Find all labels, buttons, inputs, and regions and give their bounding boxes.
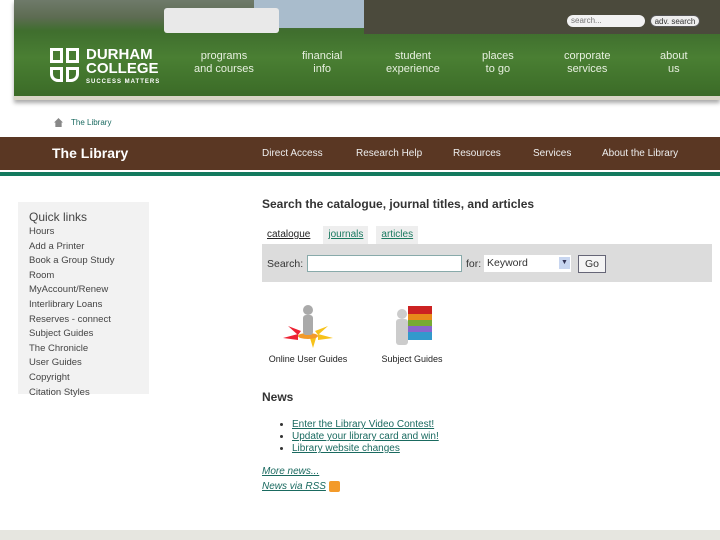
subject-guides-icon bbox=[396, 306, 432, 345]
libnav-direct-access[interactable]: Direct Access bbox=[262, 148, 323, 159]
user-guides-icon bbox=[283, 305, 333, 348]
quicklink[interactable]: Book a Group Study Room bbox=[29, 254, 138, 283]
news-item: Update your library card and win! bbox=[292, 431, 439, 443]
quicklink[interactable]: MyAccount/Renew bbox=[29, 283, 138, 298]
go-button[interactable]: Go bbox=[578, 255, 606, 273]
quicklink[interactable]: Subject Guides bbox=[29, 327, 138, 342]
news-link[interactable]: Enter the Library Video Contest! bbox=[292, 419, 434, 430]
news-link[interactable]: Update your library card and win! bbox=[292, 431, 439, 442]
quicklinks-title: Quick links bbox=[29, 210, 88, 224]
search-box: Search: for: Keyword ▼ Go bbox=[262, 244, 712, 282]
libnav-resources[interactable]: Resources bbox=[453, 148, 501, 159]
tab-catalogue[interactable]: catalogue bbox=[262, 226, 316, 244]
logo-line2: COLLEGE bbox=[86, 60, 159, 77]
guide-label[interactable]: Subject Guides bbox=[380, 354, 444, 364]
quicklink[interactable]: Copyright bbox=[29, 371, 138, 386]
quicklink[interactable]: User Guides bbox=[29, 356, 138, 371]
footer bbox=[0, 530, 720, 540]
library-title[interactable]: The Library bbox=[52, 145, 128, 161]
nav-about[interactable]: about us bbox=[660, 50, 688, 76]
home-icon[interactable] bbox=[54, 118, 63, 127]
breadcrumb-current[interactable]: The Library bbox=[71, 118, 111, 127]
search-label: Search: bbox=[267, 258, 304, 270]
news-link[interactable]: Library website changes bbox=[292, 443, 400, 454]
nav-programs[interactable]: programs and courses bbox=[194, 50, 254, 76]
quicklink[interactable]: Reserves - connect bbox=[29, 313, 138, 328]
search-input[interactable] bbox=[307, 255, 462, 272]
news-item: Library website changes bbox=[292, 443, 439, 455]
banner-bus bbox=[164, 8, 279, 33]
logo-tagline: SUCCESS MATTERS bbox=[86, 79, 161, 85]
quicklink[interactable]: Add a Printer bbox=[29, 240, 138, 255]
adv-search-button[interactable]: adv. search bbox=[650, 15, 700, 27]
guide-label[interactable]: Online User Guides bbox=[268, 354, 348, 364]
header-search-input[interactable] bbox=[567, 15, 645, 27]
durham-college-logo[interactable]: DURHAM COLLEGE SUCCESS MATTERS bbox=[50, 47, 161, 85]
quicklink[interactable]: The Chronicle bbox=[29, 342, 138, 357]
online-user-guides[interactable]: Online User Guides bbox=[268, 300, 348, 364]
quicklinks-panel: Quick links Hours Add a Printer Book a G… bbox=[18, 202, 149, 398]
quicklink[interactable]: Hours bbox=[29, 225, 138, 240]
logo-icon bbox=[50, 48, 80, 82]
news-heading: News bbox=[262, 390, 294, 404]
news-item: Enter the Library Video Contest! bbox=[292, 419, 439, 431]
nav-places[interactable]: places to go bbox=[482, 50, 514, 76]
rss-icon[interactable] bbox=[328, 480, 340, 492]
libnav-about[interactable]: About the Library bbox=[602, 148, 678, 159]
more-links: More news... News via RSS bbox=[262, 464, 340, 494]
libnav-research-help[interactable]: Research Help bbox=[356, 148, 422, 159]
more-news-link[interactable]: More news... bbox=[262, 466, 319, 477]
breadcrumb: The Library bbox=[54, 118, 111, 127]
libnav-services[interactable]: Services bbox=[533, 148, 571, 159]
tab-articles[interactable]: articles bbox=[376, 226, 419, 244]
for-label: for: bbox=[466, 258, 482, 270]
search-heading: Search the catalogue, journal titles, an… bbox=[262, 197, 535, 211]
quicklink[interactable]: Citation Styles bbox=[29, 386, 138, 401]
quicklink[interactable]: Interlibrary Loans bbox=[29, 298, 138, 313]
nav-student[interactable]: student experience bbox=[386, 50, 440, 76]
subject-guides[interactable]: Subject Guides bbox=[380, 300, 444, 364]
library-bar: The Library Direct Access Research Help … bbox=[0, 137, 720, 170]
news-list: Enter the Library Video Contest! Update … bbox=[280, 419, 439, 455]
tab-journals[interactable]: journals bbox=[323, 226, 369, 244]
nav-financial[interactable]: financial info bbox=[302, 50, 342, 76]
divider bbox=[0, 172, 720, 176]
search-type-select[interactable]: Keyword ▼ bbox=[484, 255, 571, 272]
rss-link[interactable]: News via RSS bbox=[262, 481, 326, 492]
search-tabs: catalogue journals articles bbox=[262, 226, 419, 244]
nav-corporate[interactable]: corporate services bbox=[564, 50, 610, 76]
chevron-down-icon: ▼ bbox=[559, 257, 570, 269]
header-banner: DURHAM COLLEGE SUCCESS MATTERS programs a… bbox=[14, 0, 720, 100]
